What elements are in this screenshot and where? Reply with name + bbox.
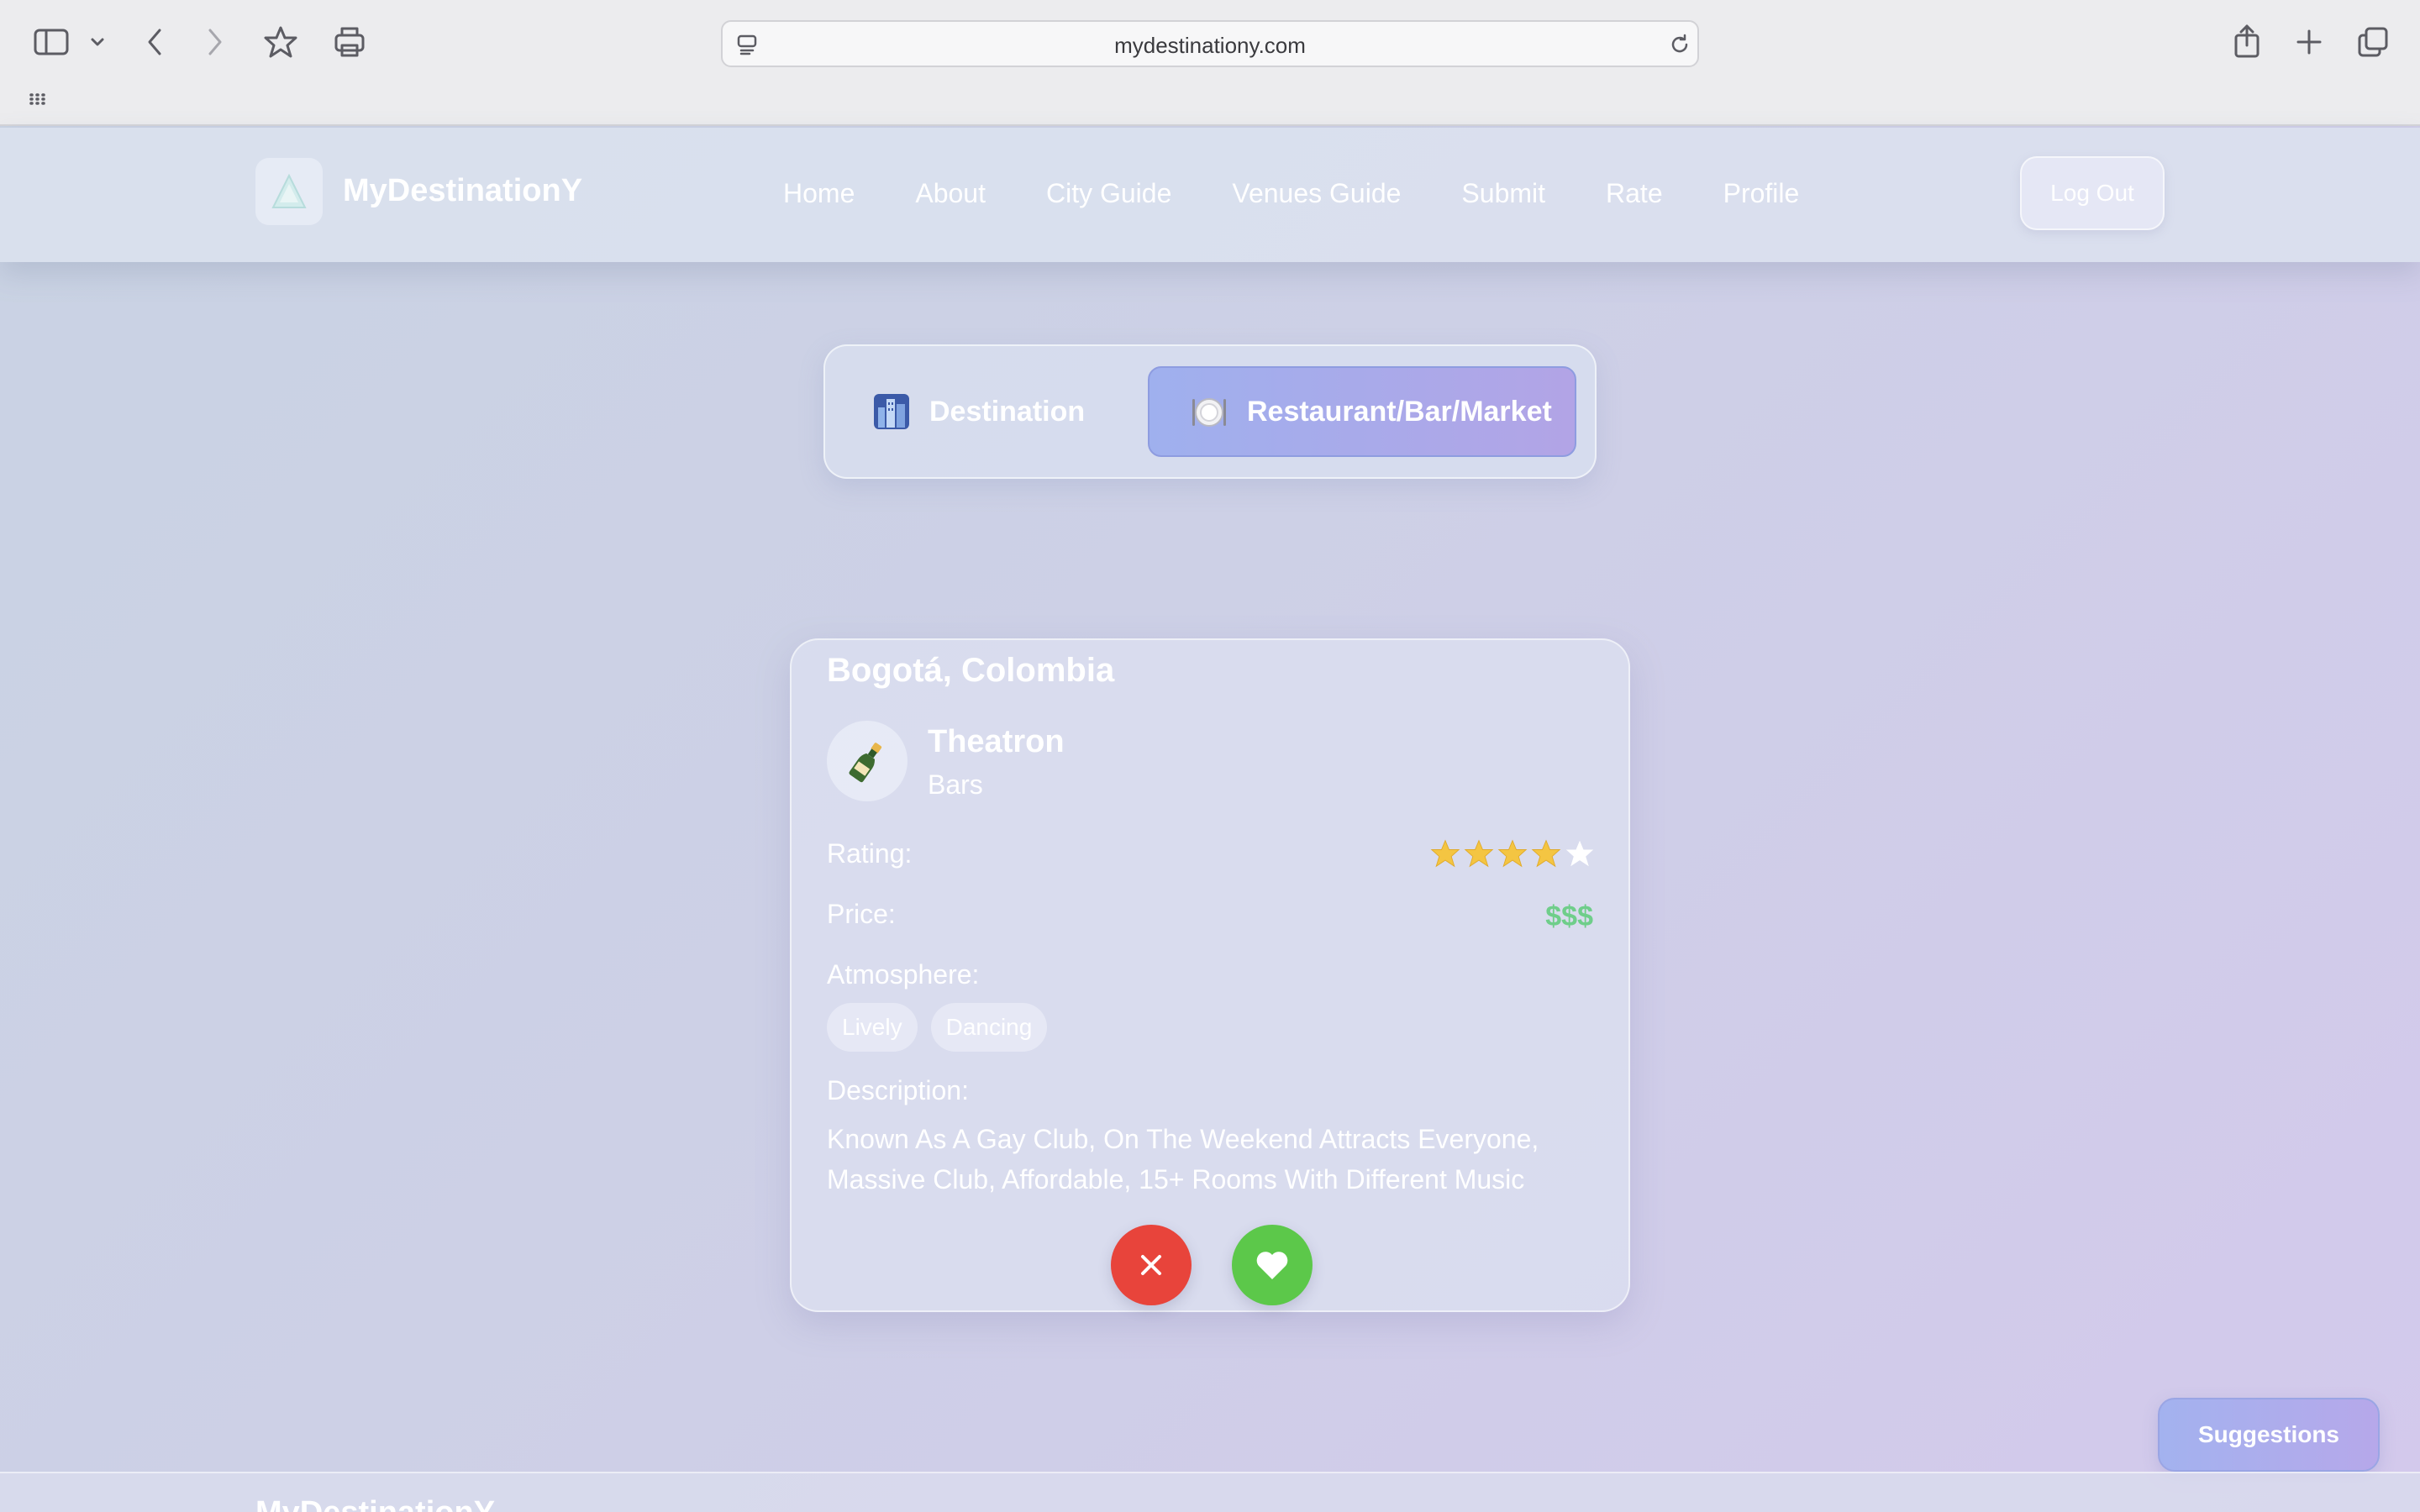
mode-toggle: Destination Restaurant/Bar/Market	[823, 344, 1597, 479]
description-label: Description:	[827, 1075, 969, 1105]
url-text: mydestinationy.com	[1114, 33, 1306, 58]
share-icon[interactable]	[2230, 22, 2264, 60]
app-grid-icon[interactable]	[29, 91, 49, 108]
champagne-bottle-icon	[849, 743, 882, 783]
footer-brand: MyDestinationY	[255, 1495, 495, 1512]
site-logo[interactable]	[255, 158, 323, 225]
reject-button[interactable]	[1111, 1225, 1192, 1305]
star-filled-icon	[1497, 839, 1528, 868]
mountain-logo-icon	[271, 173, 307, 208]
reload-icon[interactable]	[1667, 32, 1692, 57]
rating-label: Rating:	[827, 838, 913, 869]
star-empty-icon	[1565, 840, 1594, 867]
atmosphere-tags: Lively Dancing	[827, 1003, 1048, 1052]
atmosphere-tag: Lively	[827, 1003, 918, 1052]
tab-restaurant-bar-market[interactable]: Restaurant/Bar/Market	[1148, 366, 1576, 457]
venue-card: Bogotá, Colombia Theatron Bars Rating: P…	[790, 638, 1630, 1312]
rating-stars	[1430, 838, 1595, 869]
heart-icon	[1256, 1252, 1288, 1279]
bookmark-star-icon[interactable]	[262, 24, 299, 60]
site-footer: MyDestinationY	[0, 1472, 2420, 1512]
price-value: $$$	[1545, 900, 1593, 932]
chevron-down-icon[interactable]	[87, 34, 108, 50]
tab-destination[interactable]: Destination	[847, 366, 1116, 457]
city-title: Bogotá, Colombia	[827, 652, 1115, 689]
price-label: Price:	[827, 899, 896, 929]
tab-overview-icon[interactable]	[2354, 24, 2391, 60]
star-filled-icon	[1430, 839, 1460, 868]
tab-restaurant-label: Restaurant/Bar/Market	[1247, 395, 1552, 428]
nav-submit[interactable]: Submit	[1461, 178, 1545, 209]
star-filled-icon	[1531, 839, 1561, 868]
atmosphere-label: Atmosphere:	[827, 959, 980, 990]
cityscape-icon	[872, 392, 911, 431]
atmosphere-tag: Dancing	[930, 1003, 1048, 1052]
nav-rate[interactable]: Rate	[1606, 178, 1663, 209]
venue-category: Bars	[928, 769, 983, 800]
like-button[interactable]	[1232, 1225, 1313, 1305]
venue-avatar	[827, 721, 908, 801]
close-icon	[1141, 1255, 1161, 1275]
brand-name[interactable]: MyDestinationY	[343, 173, 582, 209]
venue-name: Theatron	[928, 724, 1065, 759]
nav-city-guide[interactable]: City Guide	[1046, 178, 1171, 209]
star-filled-icon	[1464, 839, 1494, 868]
print-icon[interactable]	[331, 24, 368, 60]
nav-venues-guide[interactable]: Venues Guide	[1232, 178, 1401, 209]
main-nav: Home About City Guide Venues Guide Submi…	[783, 178, 1799, 209]
plate-cutlery-icon	[1190, 392, 1228, 431]
browser-toolbar: mydestinationy.com	[0, 0, 2420, 126]
nav-profile[interactable]: Profile	[1723, 178, 1800, 209]
nav-about[interactable]: About	[915, 178, 986, 209]
tab-destination-label: Destination	[929, 395, 1086, 428]
forward-arrow-icon[interactable]	[200, 25, 230, 59]
nav-home[interactable]: Home	[783, 178, 855, 209]
address-bar[interactable]: mydestinationy.com	[721, 20, 1699, 67]
back-arrow-icon[interactable]	[139, 25, 170, 59]
site-header: MyDestinationY Home About City Guide Ven…	[0, 128, 2420, 262]
sidebar-toggle-icon[interactable]	[32, 27, 71, 57]
log-out-button[interactable]: Log Out	[2020, 156, 2165, 230]
description-text: Known As A Gay Club, On The Weekend Attr…	[827, 1124, 1539, 1194]
new-tab-plus-icon[interactable]	[2292, 25, 2326, 59]
suggestions-button[interactable]: Suggestions	[2158, 1398, 2380, 1472]
